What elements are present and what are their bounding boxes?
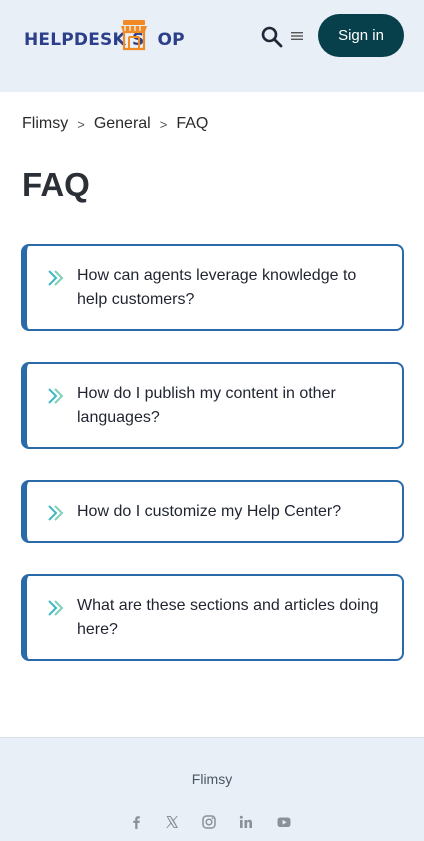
- helpdesk-shop-logo[interactable]: HELPDESK S OP: [24, 18, 185, 54]
- double-chevron-right-icon: [48, 505, 64, 521]
- breadcrumb-general[interactable]: General: [94, 115, 151, 133]
- faq-item-agents-knowledge[interactable]: How can agents leverage knowledge to hel…: [21, 244, 404, 331]
- breadcrumb: Flimsy > General > FAQ: [22, 115, 208, 133]
- breadcrumb-faq: FAQ: [176, 115, 209, 132]
- menu-icon[interactable]: [290, 29, 304, 43]
- linkedin-icon[interactable]: [238, 814, 254, 830]
- page-title: FAQ: [22, 166, 90, 203]
- shop-icon: [121, 20, 147, 51]
- site-header: HELPDESK S OP Sign in: [0, 0, 424, 92]
- faq-item-publish-languages[interactable]: How do I publish my content in other lan…: [21, 362, 404, 449]
- faq-question: How can agents leverage knowledge to hel…: [77, 267, 357, 308]
- double-chevron-right-icon: [48, 270, 64, 286]
- site-footer: Flimsy: [0, 737, 424, 841]
- x-icon[interactable]: [164, 814, 180, 830]
- faq-question: What are these sections and articles doi…: [77, 597, 379, 638]
- double-chevron-right-icon: [48, 388, 64, 404]
- breadcrumb-separator: >: [159, 116, 168, 132]
- instagram-icon[interactable]: [201, 814, 217, 830]
- footer-brand: Flimsy: [191, 771, 233, 787]
- double-chevron-right-icon: [48, 600, 64, 616]
- breadcrumb-separator: >: [77, 116, 85, 132]
- faq-question: How do I publish my content in other lan…: [77, 385, 336, 426]
- social-links: [0, 814, 424, 832]
- youtube-icon[interactable]: [276, 814, 292, 830]
- logo-text: HELPDESK S OP: [24, 30, 185, 50]
- faq-question: How do I customize my Help Center?: [77, 503, 342, 520]
- facebook-icon[interactable]: [128, 814, 144, 830]
- faq-item-customize-help-center[interactable]: How do I customize my Help Center?: [21, 480, 404, 543]
- faq-item-sections-articles[interactable]: What are these sections and articles doi…: [21, 574, 404, 661]
- breadcrumb-flimsy[interactable]: Flimsy: [22, 115, 68, 133]
- sign-in-button[interactable]: Sign in: [318, 14, 404, 57]
- search-icon[interactable]: [260, 25, 284, 49]
